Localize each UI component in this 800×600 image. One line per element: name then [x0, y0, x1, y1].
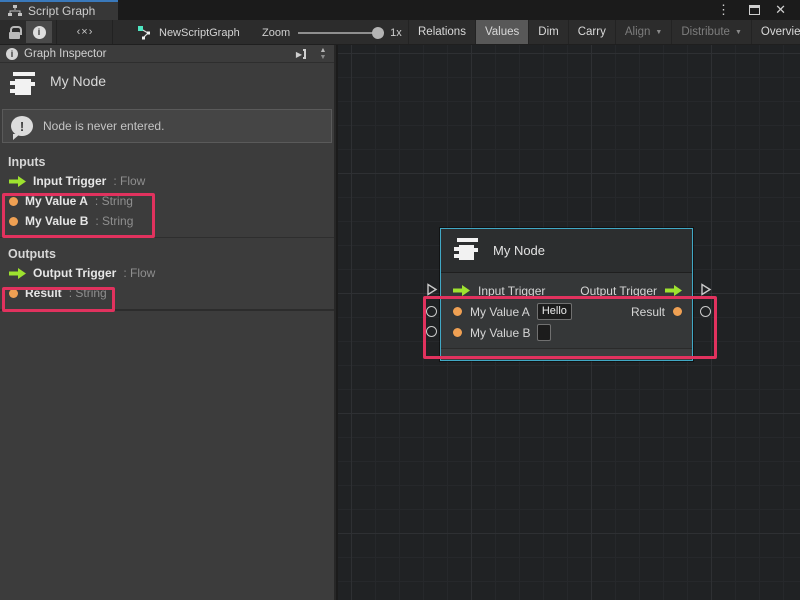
info-icon: i — [6, 48, 18, 60]
inputs-section-title: Inputs — [0, 153, 334, 171]
value-dot-icon — [9, 197, 18, 206]
node-title-text: My Node — [50, 73, 106, 89]
value-a-input[interactable]: Hello — [537, 303, 572, 320]
values-button[interactable]: Values — [475, 20, 528, 44]
node-row-value-b: My Value B — [441, 322, 692, 343]
align-dropdown[interactable]: Align ▼ — [615, 20, 672, 44]
value-dot-icon — [453, 307, 462, 316]
inspector-header: i Graph Inspector ▶ ▲ ▼ — [0, 45, 334, 63]
scroll-up-icon[interactable]: ▲ — [320, 47, 327, 54]
flow-arrow-icon — [665, 285, 682, 296]
chevron-down-icon: ▼ — [735, 29, 742, 36]
value-a-port-icon[interactable] — [426, 306, 437, 317]
lock-icon[interactable] — [4, 23, 24, 42]
flow-arrow-icon — [9, 268, 26, 279]
value-dot-icon — [673, 307, 682, 316]
kebab-menu-icon[interactable]: ⋮ — [717, 0, 730, 20]
maximize-icon[interactable] — [749, 0, 760, 20]
flow-input-port-icon[interactable] — [426, 283, 438, 301]
port-row-output-trigger: Output Trigger : Flow — [0, 263, 334, 283]
value-b-input[interactable] — [537, 324, 551, 341]
graph-asset-name: NewScriptGraph — [159, 27, 240, 39]
zoom-value: 1x — [390, 27, 402, 39]
code-icon[interactable]: ‹×› — [64, 21, 106, 43]
graph-inspector-panel: i Graph Inspector ▶ ▲ ▼ My Node ! Node i… — [0, 45, 336, 600]
graph-asset-breadcrumb[interactable]: NewScriptGraph — [138, 23, 240, 42]
node-row-value-a: My Value A Hello Result — [441, 301, 692, 322]
port-row-my-value-a: My Value A : String — [0, 191, 334, 211]
outputs-section-title: Outputs — [0, 245, 334, 263]
divider — [0, 237, 334, 238]
graph-canvas[interactable]: My Node Input Trigger Output Trigger My … — [338, 45, 800, 600]
flow-arrow-icon — [453, 285, 470, 296]
zoom-slider-handle[interactable] — [372, 27, 384, 39]
flow-output-port-icon[interactable] — [700, 283, 712, 301]
flow-arrow-icon — [9, 176, 26, 187]
port-row-result: Result : String — [0, 283, 334, 303]
node-icon — [8, 69, 36, 101]
tab-label: Script Graph — [28, 4, 95, 18]
inspected-node-title: My Node — [0, 63, 334, 107]
port-row-input-trigger: Input Trigger : Flow — [0, 171, 334, 191]
script-graph-icon — [8, 5, 22, 17]
overview-button[interactable]: Overview — [751, 20, 800, 44]
value-dot-icon — [9, 289, 18, 298]
value-dot-icon — [453, 328, 462, 337]
node-footer — [441, 348, 692, 360]
view-buttons: Relations Values Dim Carry Align ▼ Distr… — [408, 20, 800, 44]
graph-asset-icon — [138, 26, 153, 40]
close-icon[interactable]: ✕ — [775, 0, 786, 20]
value-dot-icon — [9, 217, 18, 226]
port-row-my-value-b: My Value B : String — [0, 211, 334, 231]
warning-text: Node is never entered. — [43, 119, 164, 133]
title-bar: Script Graph ⋮ ✕ — [0, 0, 800, 20]
info-icon: i — [33, 26, 46, 39]
tab-script-graph[interactable]: Script Graph — [0, 0, 118, 20]
dim-button[interactable]: Dim — [528, 20, 567, 44]
relations-button[interactable]: Relations — [408, 20, 475, 44]
scroll-down-icon[interactable]: ▼ — [320, 54, 327, 61]
distribute-dropdown[interactable]: Distribute ▼ — [671, 20, 751, 44]
carry-button[interactable]: Carry — [568, 20, 615, 44]
node-row-triggers: Input Trigger Output Trigger — [441, 280, 692, 301]
inspector-title: Graph Inspector — [24, 48, 106, 60]
graph-node[interactable]: My Node Input Trigger Output Trigger My … — [440, 228, 693, 361]
chevron-down-icon: ▼ — [655, 29, 662, 36]
zoom-slider[interactable] — [298, 32, 382, 34]
divider — [0, 309, 334, 311]
node-icon — [451, 236, 481, 266]
zoom-label: Zoom — [262, 27, 290, 39]
toolbar: i ‹×› NewScriptGraph Zoom 1x Relations V… — [0, 20, 800, 45]
info-button[interactable]: i — [26, 21, 52, 43]
value-b-port-icon[interactable] — [426, 326, 437, 337]
node-title-text: My Node — [493, 243, 545, 258]
dock-icon[interactable]: ▶ — [292, 47, 310, 61]
warning-box: ! Node is never entered. — [2, 109, 332, 143]
result-port-icon[interactable] — [700, 306, 711, 317]
warning-icon: ! — [11, 116, 33, 136]
node-header[interactable]: My Node — [441, 229, 692, 273]
